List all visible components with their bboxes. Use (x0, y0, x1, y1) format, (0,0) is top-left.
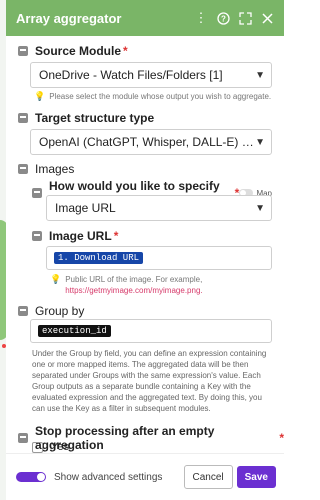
collapse-toggle-icon[interactable] (32, 231, 42, 241)
collapse-toggle-icon[interactable] (18, 46, 28, 56)
more-vertical-icon[interactable]: ⋮ (192, 9, 210, 27)
required-mark: * (279, 431, 284, 445)
target-structure-select[interactable]: OpenAI (ChatGPT, Whisper, DALL-E) - A...… (30, 129, 272, 155)
panel-footer: Show advanced settings Cancel Save (6, 453, 284, 500)
collapse-toggle-icon[interactable] (18, 113, 28, 123)
mapped-token[interactable]: execution_id (38, 325, 111, 337)
module-settings-panel: Array aggregator ⋮ ? Source Module * One… (6, 0, 284, 500)
panel-header: Array aggregator ⋮ ? (6, 0, 284, 36)
lightbulb-icon: 💡 (34, 91, 46, 101)
lightbulb-icon: 💡 (50, 274, 62, 284)
image-url-label: Image URL (49, 229, 112, 243)
group-by-input[interactable]: execution_id (30, 319, 272, 343)
svg-text:?: ? (221, 14, 226, 23)
specify-image-value: Image URL (55, 201, 116, 215)
source-module-label: Source Module (35, 44, 122, 58)
panel-content: Source Module * OneDrive - Watch Files/F… (6, 36, 284, 454)
panel-title: Array aggregator (16, 10, 122, 26)
image-url-hint: 💡 Public URL of the image. For example, … (50, 274, 274, 296)
source-module-heading[interactable]: Source Module * (18, 44, 128, 58)
stop-processing-option[interactable]: Yes (32, 441, 69, 453)
images-label: Images (35, 162, 75, 176)
group-by-description: Under the Group by field, you can define… (32, 349, 267, 413)
help-icon[interactable]: ? (214, 9, 232, 27)
required-mark: * (113, 229, 119, 243)
save-button[interactable]: Save (236, 466, 276, 488)
image-url-input[interactable]: 1. Download URL (46, 246, 272, 270)
specify-image-select[interactable]: Image URL ▼ (46, 195, 272, 221)
collapse-toggle-icon[interactable] (32, 188, 42, 198)
close-icon[interactable] (258, 9, 276, 27)
group-by-label: Group by (35, 304, 85, 318)
source-module-hint: 💡 Please select the module whose output … (34, 91, 272, 101)
image-url-hint-link[interactable]: https://getmyimage.com/myimage.png. (65, 286, 202, 295)
advanced-settings-toggle[interactable] (16, 472, 46, 482)
target-structure-heading[interactable]: Target structure type (18, 111, 154, 125)
collapse-toggle-icon[interactable] (18, 164, 28, 174)
chevron-down-icon: ▼ (255, 202, 265, 214)
group-by-heading[interactable]: Group by (18, 304, 84, 318)
target-structure-label: Target structure type (35, 111, 155, 125)
mapped-token[interactable]: 1. Download URL (54, 252, 144, 264)
image-url-hint-text: Public URL of the image. For example, (65, 275, 203, 284)
stop-processing-label: Stop processing after an empty aggregati… (35, 424, 215, 452)
chevron-down-icon: ▼ (255, 69, 265, 81)
images-heading[interactable]: Images (18, 162, 74, 176)
source-module-value: OneDrive - Watch Files/Folders [1] (39, 68, 223, 82)
expand-icon[interactable] (236, 9, 254, 27)
chevron-down-icon: ▼ (255, 136, 265, 148)
required-mark: * (123, 44, 128, 58)
cancel-button[interactable]: Cancel (183, 465, 233, 489)
image-url-heading[interactable]: Image URL * (32, 229, 118, 243)
collapse-toggle-icon[interactable] (18, 306, 28, 316)
source-module-select[interactable]: OneDrive - Watch Files/Folders [1] ▼ (30, 62, 272, 88)
yes-checkbox[interactable] (32, 441, 43, 453)
yes-label: Yes (51, 441, 69, 453)
advanced-settings-label: Show advanced settings (54, 471, 163, 483)
target-structure-value: OpenAI (ChatGPT, Whisper, DALL-E) - A... (39, 135, 256, 149)
collapse-toggle-icon[interactable] (18, 433, 28, 443)
